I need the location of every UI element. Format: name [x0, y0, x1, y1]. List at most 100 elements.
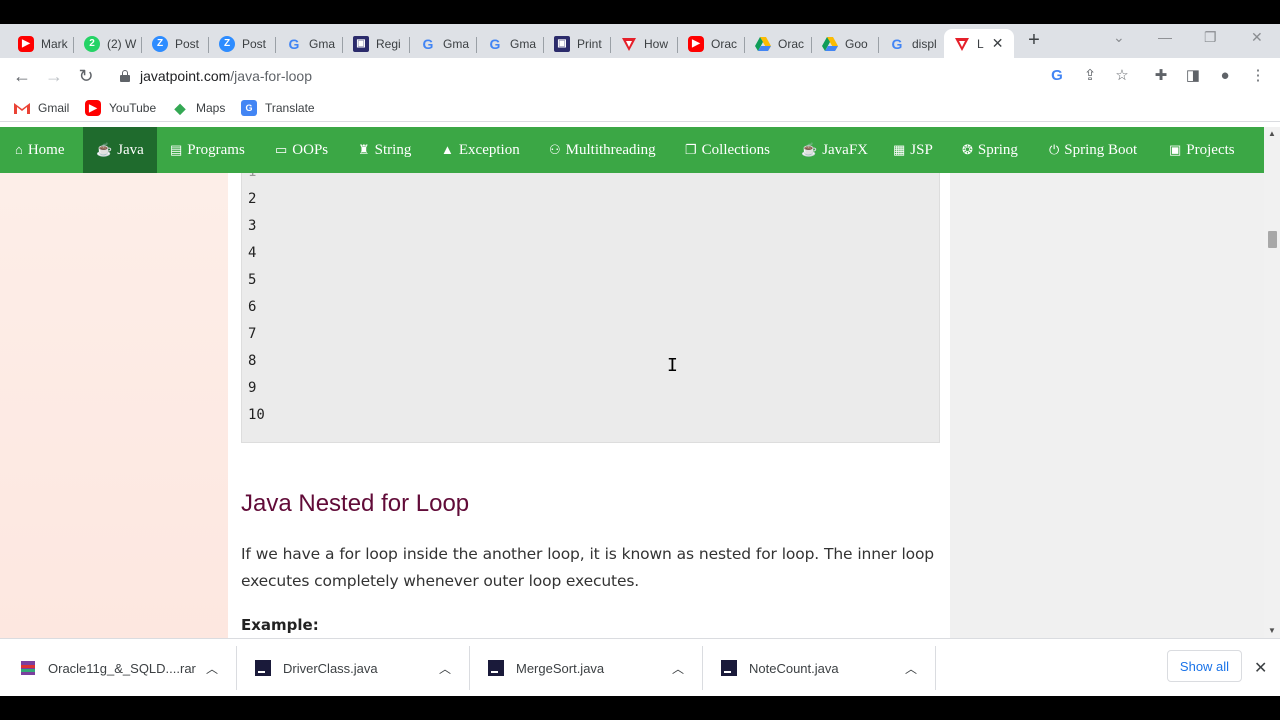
- scrollbar[interactable]: ▲ ▼: [1264, 127, 1280, 638]
- forward-icon[interactable]: →: [44, 66, 64, 86]
- spring-leaf-icon: ❂: [962, 142, 973, 157]
- example-label: Example:: [241, 616, 319, 634]
- google-drive-icon: [822, 36, 838, 52]
- chevron-up-icon[interactable]: ︿: [905, 660, 917, 677]
- reload-icon[interactable]: ↻: [76, 66, 96, 86]
- code-line-cutoff: 1: [248, 173, 256, 180]
- code-line: 6: [248, 299, 257, 315]
- scroll-up-icon[interactable]: ▲: [1267, 129, 1277, 139]
- url-text: javatpoint.com/java-for-loop: [140, 68, 312, 84]
- tab[interactable]: ▶ Orac: [678, 29, 745, 58]
- tab-label: How: [644, 36, 669, 51]
- address-bar[interactable]: javatpoint.com/java-for-loop: [108, 60, 1143, 92]
- nav-programs[interactable]: ▤ Programs: [170, 127, 245, 173]
- tab[interactable]: ▶ Mark: [8, 29, 74, 58]
- download-item[interactable]: Oracle11g_&_SQLD....rar ︿: [20, 639, 230, 696]
- whatsapp-icon: 2: [84, 35, 100, 52]
- close-window-icon[interactable]: ✕: [1251, 29, 1263, 46]
- nav-projects[interactable]: ▣ Projects: [1169, 127, 1235, 173]
- bookmark-translate[interactable]: G Translate: [241, 98, 315, 118]
- menu-icon[interactable]: ⋮: [1249, 67, 1267, 85]
- minimize-icon[interactable]: —: [1158, 29, 1172, 45]
- side-panel-icon[interactable]: ◨: [1184, 67, 1202, 85]
- youtube-icon: ▶: [85, 100, 101, 116]
- tab[interactable]: Orac: [745, 29, 812, 58]
- close-downloads-icon[interactable]: ✕: [1254, 658, 1267, 678]
- tab[interactable]: G Gma: [477, 29, 544, 58]
- threads-icon: ⚇: [549, 142, 561, 157]
- back-icon[interactable]: ←: [12, 66, 32, 86]
- warning-icon: ▲: [441, 142, 454, 157]
- bookmark-gmail[interactable]: Gmail: [14, 98, 69, 118]
- screen: ▶ Mark 2 (2) W Z Post Z Post G Gma ▣ Reg…: [0, 0, 1280, 720]
- restore-icon[interactable]: ❐: [1204, 29, 1217, 46]
- bookmark-maps[interactable]: ◆ Maps: [172, 98, 226, 118]
- nav-java[interactable]: ☕ Java: [83, 127, 157, 173]
- nav-spring[interactable]: ❂ Spring: [962, 127, 1018, 173]
- tab[interactable]: Z Post: [209, 29, 276, 58]
- close-tab-icon[interactable]: ✕: [992, 35, 1004, 52]
- downloads-bar: Oracle11g_&_SQLD....rar ︿ DriverClass.ja…: [0, 638, 1280, 696]
- tab[interactable]: G displ: [879, 29, 946, 58]
- download-item[interactable]: NoteCount.java ︿: [721, 639, 931, 696]
- tab[interactable]: How: [611, 29, 678, 58]
- nav-spring-boot[interactable]: ⏻ Spring Boot: [1049, 127, 1137, 173]
- intellij-icon: ▣: [353, 35, 369, 52]
- chevron-up-icon[interactable]: ︿: [439, 660, 451, 677]
- translate-icon: G: [241, 100, 257, 116]
- extensions-icon[interactable]: ✚: [1152, 67, 1170, 85]
- code-line: 2: [248, 191, 257, 207]
- nav-jsp[interactable]: ▦ JSP: [893, 127, 933, 173]
- tab[interactable]: ▣ Regi: [343, 29, 410, 58]
- google-drive-icon: [755, 36, 771, 52]
- nav-oops[interactable]: ▭ OOPs: [275, 127, 328, 173]
- maps-icon: ◆: [174, 99, 186, 116]
- tab-label: Gma: [443, 36, 470, 51]
- youtube-icon: ▶: [18, 35, 34, 52]
- nav-home[interactable]: ⌂ Home: [0, 127, 83, 173]
- spring-boot-icon: ⏻: [1049, 142, 1060, 157]
- scroll-down-icon[interactable]: ▼: [1267, 626, 1277, 636]
- tab[interactable]: G Gma: [276, 29, 343, 58]
- nav-string[interactable]: ♜ String: [358, 127, 411, 173]
- string-icon: ♜: [358, 142, 370, 157]
- tab-strip: ▶ Mark 2 (2) W Z Post Z Post G Gma ▣ Reg…: [0, 24, 1280, 58]
- tab-label: Orac: [711, 36, 738, 51]
- tab[interactable]: ▣ Print: [544, 29, 611, 58]
- tab-label: L: [977, 36, 984, 51]
- download-item[interactable]: DriverClass.java ︿: [255, 639, 465, 696]
- google-icon: G: [489, 35, 501, 52]
- new-tab-button[interactable]: +: [1024, 30, 1044, 50]
- javafx-icon: ☕: [801, 142, 818, 157]
- tab-label: Mark: [41, 36, 68, 51]
- tab[interactable]: G Gma: [410, 29, 477, 58]
- bookmark-star-icon[interactable]: ☆: [1113, 67, 1131, 85]
- tab-label: Print: [577, 36, 602, 51]
- profile-icon[interactable]: ●: [1216, 67, 1234, 85]
- chevron-up-icon[interactable]: ︿: [672, 660, 684, 677]
- nav-exception[interactable]: ▲ Exception: [441, 127, 520, 173]
- tab-active[interactable]: L ✕: [944, 29, 1014, 58]
- java-file-icon: [488, 660, 504, 676]
- bookmark-youtube[interactable]: ▶ YouTube: [85, 98, 156, 118]
- bookmarks-bar: Gmail ▶ YouTube ◆ Maps G Translate: [0, 94, 1280, 122]
- projects-icon: ▣: [1169, 142, 1182, 157]
- nav-javafx[interactable]: ☕ JavaFX: [801, 127, 868, 173]
- chevron-up-icon[interactable]: ︿: [206, 660, 218, 677]
- download-item[interactable]: MergeSort.java ︿: [488, 639, 698, 696]
- lock-icon: [120, 70, 130, 82]
- section-heading: Java Nested for Loop: [241, 490, 470, 517]
- code-line: 8: [248, 353, 257, 369]
- tab[interactable]: Z Post: [142, 29, 209, 58]
- share-icon[interactable]: ⇪: [1081, 67, 1099, 85]
- collections-icon: ❐: [685, 142, 697, 157]
- tab-search-icon[interactable]: ⌄: [1113, 29, 1125, 46]
- tab[interactable]: 2 (2) W: [74, 29, 142, 58]
- show-all-button[interactable]: Show all: [1167, 650, 1242, 682]
- google-icon: G: [891, 35, 903, 52]
- scroll-thumb[interactable]: [1268, 231, 1277, 248]
- nav-multithreading[interactable]: ⚇ Multithreading: [549, 127, 656, 173]
- tab[interactable]: Goo: [812, 29, 879, 58]
- nav-collections[interactable]: ❐ Collections: [685, 127, 770, 173]
- google-lens-icon[interactable]: G: [1048, 67, 1066, 85]
